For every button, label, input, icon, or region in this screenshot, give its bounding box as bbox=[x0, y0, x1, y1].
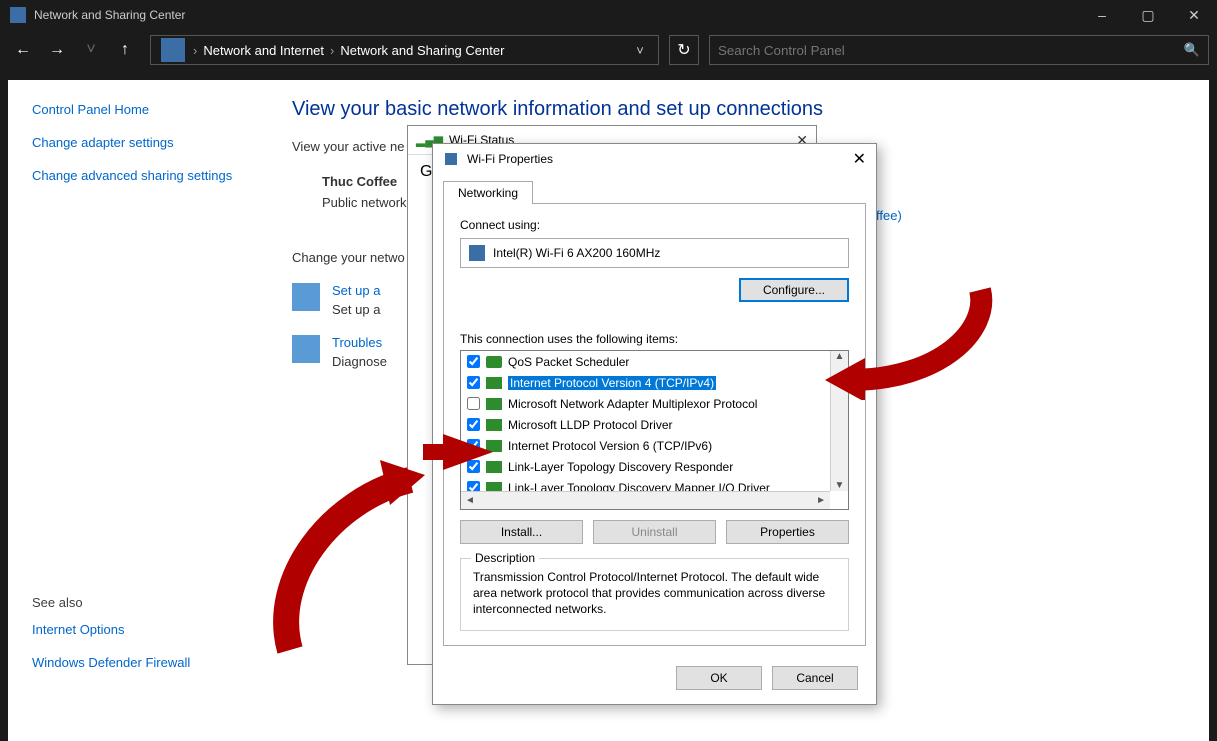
address-bar[interactable]: › Network and Internet › Network and Sha… bbox=[150, 35, 659, 65]
minimize-button[interactable]: – bbox=[1079, 0, 1125, 30]
connection-link-suffix[interactable]: ffee) bbox=[876, 208, 902, 223]
sidebar: Control Panel Home Change adapter settin… bbox=[8, 80, 268, 741]
cancel-button[interactable]: Cancel bbox=[772, 666, 858, 690]
wifi-status-general-tab[interactable]: G bbox=[420, 163, 432, 180]
titlebar: Network and Sharing Center – ▢ ✕ bbox=[0, 0, 1217, 30]
protocol-item[interactable]: Internet Protocol Version 4 (TCP/IPv4) bbox=[461, 372, 830, 393]
protocol-checkbox[interactable] bbox=[467, 355, 480, 368]
protocol-checkbox[interactable] bbox=[467, 439, 480, 452]
items-label: This connection uses the following items… bbox=[460, 302, 849, 346]
setup-icon bbox=[292, 283, 320, 311]
uninstall-button: Uninstall bbox=[593, 520, 716, 544]
vertical-scrollbar[interactable]: ▲ ▼ bbox=[830, 351, 848, 491]
breadcrumb-level2[interactable]: Network and Sharing Center bbox=[336, 43, 508, 58]
refresh-button[interactable]: ↻ bbox=[669, 35, 699, 65]
protocol-checkbox[interactable] bbox=[467, 481, 480, 491]
protocol-label: Internet Protocol Version 4 (TCP/IPv4) bbox=[508, 376, 716, 390]
change-advanced-sharing-link[interactable]: Change advanced sharing settings bbox=[32, 168, 244, 185]
items-listbox[interactable]: QoS Packet Scheduler Internet Protocol Ve… bbox=[460, 350, 849, 510]
horizontal-scrollbar[interactable]: ◄ ► bbox=[461, 491, 830, 509]
protocol-item[interactable]: Microsoft LLDP Protocol Driver bbox=[461, 414, 830, 435]
protocol-label: Microsoft Network Adapter Multiplexor Pr… bbox=[508, 397, 757, 411]
command-bar: ← → ˅ ↑ › Network and Internet › Network… bbox=[0, 30, 1217, 70]
troubleshoot-title[interactable]: Troubles bbox=[332, 335, 387, 350]
window-title: Network and Sharing Center bbox=[34, 8, 1079, 22]
defender-firewall-link[interactable]: Windows Defender Firewall bbox=[32, 655, 244, 672]
networking-tab-body: Connect using: Intel(R) Wi-Fi 6 AX200 16… bbox=[443, 203, 866, 646]
protocol-item[interactable]: QoS Packet Scheduler bbox=[461, 351, 830, 372]
search-box[interactable]: 🔍 bbox=[709, 35, 1209, 65]
search-input[interactable] bbox=[718, 43, 1184, 58]
protocol-checkbox[interactable] bbox=[467, 418, 480, 431]
protocol-icon bbox=[486, 419, 502, 431]
protocol-label: Microsoft LLDP Protocol Driver bbox=[508, 418, 673, 432]
scroll-down-icon[interactable]: ▼ bbox=[835, 480, 845, 491]
see-also-label: See also bbox=[32, 595, 244, 610]
setup-title[interactable]: Set up a bbox=[332, 283, 380, 298]
recent-button[interactable]: ˅ bbox=[76, 35, 106, 65]
wifi-properties-title: Wi-Fi Properties bbox=[467, 152, 553, 166]
troubleshoot-icon bbox=[292, 335, 320, 363]
address-icon bbox=[161, 38, 185, 62]
adapter-box[interactable]: Intel(R) Wi-Fi 6 AX200 160MHz bbox=[460, 238, 849, 268]
description-group: Description Transmission Control Protoco… bbox=[460, 558, 849, 631]
install-button[interactable]: Install... bbox=[460, 520, 583, 544]
protocol-icon bbox=[486, 482, 502, 492]
protocol-checkbox[interactable] bbox=[467, 376, 480, 389]
protocol-icon bbox=[486, 377, 502, 389]
protocol-item[interactable]: Internet Protocol Version 6 (TCP/IPv6) bbox=[461, 435, 830, 456]
networking-tab[interactable]: Networking bbox=[443, 181, 533, 204]
protocol-icon bbox=[486, 440, 502, 452]
wifi-properties-icon bbox=[443, 151, 459, 167]
scroll-right-icon[interactable]: ► bbox=[816, 495, 826, 506]
close-button[interactable]: ✕ bbox=[1171, 0, 1217, 30]
internet-options-link[interactable]: Internet Options bbox=[32, 622, 244, 639]
scroll-up-icon[interactable]: ▲ bbox=[835, 351, 845, 362]
adapter-icon bbox=[469, 245, 485, 261]
breadcrumb-level1[interactable]: Network and Internet bbox=[199, 43, 328, 58]
description-legend: Description bbox=[471, 551, 539, 565]
protocol-checkbox[interactable] bbox=[467, 460, 480, 473]
protocol-item[interactable]: Link-Layer Topology Discovery Responder bbox=[461, 456, 830, 477]
protocol-label: QoS Packet Scheduler bbox=[508, 355, 629, 369]
chevron-right-icon: › bbox=[328, 43, 336, 58]
control-panel-home-link[interactable]: Control Panel Home bbox=[32, 102, 244, 119]
protocol-icon bbox=[486, 398, 502, 410]
protocol-icon bbox=[486, 461, 502, 473]
app-icon bbox=[10, 7, 26, 23]
page-heading: View your basic network information and … bbox=[292, 98, 1185, 121]
description-text: Transmission Control Protocol/Internet P… bbox=[473, 569, 836, 618]
change-adapter-link[interactable]: Change adapter settings bbox=[32, 135, 244, 152]
protocol-item[interactable]: Microsoft Network Adapter Multiplexor Pr… bbox=[461, 393, 830, 414]
protocol-icon bbox=[486, 356, 502, 368]
ok-button[interactable]: OK bbox=[676, 666, 762, 690]
adapter-name: Intel(R) Wi-Fi 6 AX200 160MHz bbox=[493, 246, 660, 260]
address-dropdown[interactable]: ˅ bbox=[626, 43, 654, 58]
wifi-properties-close[interactable]: ✕ bbox=[853, 149, 866, 169]
protocol-label: Link-Layer Topology Discovery Responder bbox=[508, 460, 733, 474]
configure-button[interactable]: Configure... bbox=[739, 278, 849, 302]
up-button[interactable]: ↑ bbox=[110, 35, 140, 65]
protocol-label: Internet Protocol Version 6 (TCP/IPv6) bbox=[508, 439, 712, 453]
troubleshoot-desc: Diagnose bbox=[332, 354, 387, 369]
protocol-label: Link-Layer Topology Discovery Mapper I/O… bbox=[508, 481, 770, 492]
scroll-left-icon[interactable]: ◄ bbox=[465, 495, 475, 506]
protocol-checkbox[interactable] bbox=[467, 397, 480, 410]
chevron-right-icon: › bbox=[191, 43, 199, 58]
search-icon[interactable]: 🔍 bbox=[1184, 42, 1200, 58]
forward-button[interactable]: → bbox=[42, 35, 72, 65]
protocol-item[interactable]: Link-Layer Topology Discovery Mapper I/O… bbox=[461, 477, 830, 491]
setup-desc: Set up a bbox=[332, 302, 380, 317]
wifi-properties-dialog[interactable]: Wi-Fi Properties ✕ Networking Connect us… bbox=[432, 143, 877, 705]
properties-button[interactable]: Properties bbox=[726, 520, 849, 544]
maximize-button[interactable]: ▢ bbox=[1125, 0, 1171, 30]
back-button[interactable]: ← bbox=[8, 35, 38, 65]
connect-using-label: Connect using: bbox=[460, 218, 849, 232]
